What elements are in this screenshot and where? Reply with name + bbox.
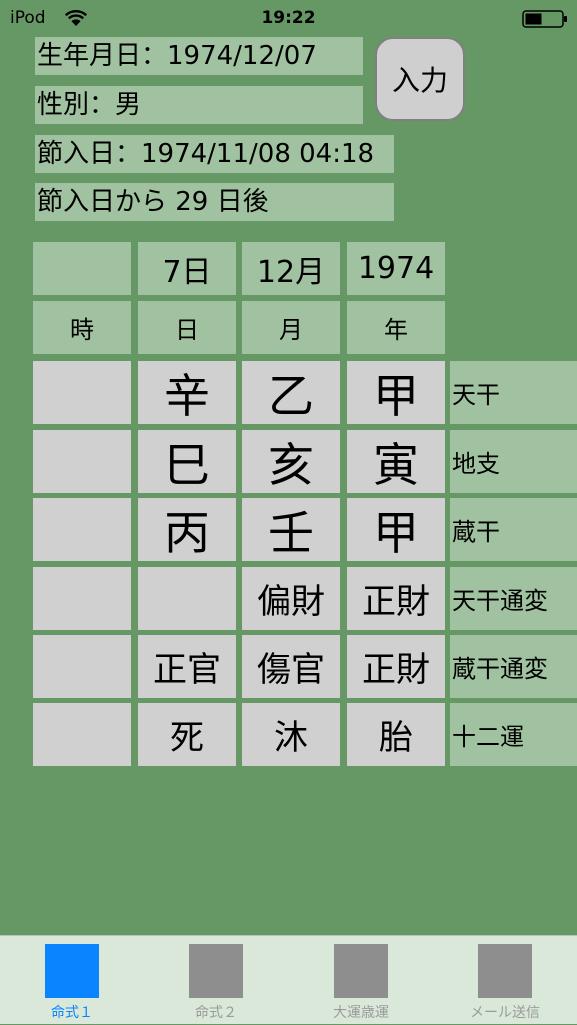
header-value-hour	[33, 242, 131, 295]
tab-mail-send-label: メール送信	[470, 1005, 540, 1021]
header-value-month: 12月	[242, 242, 340, 295]
tab-bar: 命式１ 命式２ 大運歳運 メール送信	[0, 935, 577, 1024]
tab-meishiki-1[interactable]: 命式１	[0, 936, 144, 1025]
input-button[interactable]: 入力	[375, 37, 465, 121]
zoukan-year-cell: 甲	[347, 498, 445, 561]
gender-label: 性別：男	[35, 86, 363, 124]
row-label-chishi: 地支	[450, 430, 577, 493]
tenkan-year-cell: 甲	[347, 361, 445, 424]
status-bar: iPod 19:22	[0, 0, 577, 38]
header-label-month: 月	[242, 301, 340, 354]
zoukan-tsuhen-month-cell: 傷官	[242, 635, 340, 698]
tenkan-tsuhen-year-cell: 正財	[347, 567, 445, 630]
tab-taiun-saiun-label: 大運歳運	[333, 1005, 389, 1021]
status-time: 19:22	[261, 8, 316, 28]
zoukan-tsuhen-day-cell: 正官	[138, 635, 236, 698]
tab-mail-send-icon	[478, 944, 532, 998]
birthdate-label: 生年月日：1974/12/07	[35, 37, 363, 75]
tenkan-tsuhen-hour-cell	[33, 567, 131, 630]
header-value-year: 1974	[347, 242, 445, 295]
tenkan-tsuhen-month-cell: 偏財	[242, 567, 340, 630]
tab-meishiki-1-icon	[45, 944, 99, 998]
juniun-day-cell: 死	[138, 703, 236, 766]
row-label-tenkan-tsuhen: 天干通変	[450, 567, 577, 630]
tenkan-hour-cell	[33, 361, 131, 424]
chishi-hour-cell	[33, 430, 131, 493]
row-label-zoukan: 蔵干	[450, 498, 577, 561]
chishi-month-cell: 亥	[242, 430, 340, 493]
tab-taiun-saiun-icon	[334, 944, 388, 998]
zoukan-hour-cell	[33, 498, 131, 561]
chishi-day-cell: 巳	[138, 430, 236, 493]
tab-mail-send[interactable]: メール送信	[433, 936, 577, 1025]
juniun-month-cell: 沐	[242, 703, 340, 766]
tab-taiun-saiun[interactable]: 大運歳運	[289, 936, 433, 1025]
header-value-day: 7日	[138, 242, 236, 295]
tab-meishiki-1-label: 命式１	[51, 1005, 93, 1021]
tab-meishiki-2-icon	[189, 944, 243, 998]
after-setsuiri-label: 節入日から 29 日後	[35, 183, 394, 221]
header-label-day: 日	[138, 301, 236, 354]
zoukan-tsuhen-hour-cell	[33, 635, 131, 698]
chishi-year-cell: 寅	[347, 430, 445, 493]
zoukan-month-cell: 壬	[242, 498, 340, 561]
tab-meishiki-2-label: 命式２	[195, 1005, 237, 1021]
tenkan-tsuhen-day-cell	[138, 567, 236, 630]
tab-meishiki-2[interactable]: 命式２	[144, 936, 288, 1025]
row-label-tenkan: 天干	[450, 361, 577, 424]
row-label-zoukan-tsuhen: 蔵干通変	[450, 635, 577, 698]
header-label-year: 年	[347, 301, 445, 354]
tenkan-day-cell: 辛	[138, 361, 236, 424]
setsuiri-label: 節入日：1974/11/08 04:18	[35, 135, 394, 173]
row-label-juniun: 十二運	[450, 703, 577, 766]
juniun-hour-cell	[33, 703, 131, 766]
zoukan-day-cell: 丙	[138, 498, 236, 561]
tenkan-month-cell: 乙	[242, 361, 340, 424]
header-label-hour: 時	[33, 301, 131, 354]
battery-icon	[522, 10, 567, 28]
zoukan-tsuhen-year-cell: 正財	[347, 635, 445, 698]
juniun-year-cell: 胎	[347, 703, 445, 766]
